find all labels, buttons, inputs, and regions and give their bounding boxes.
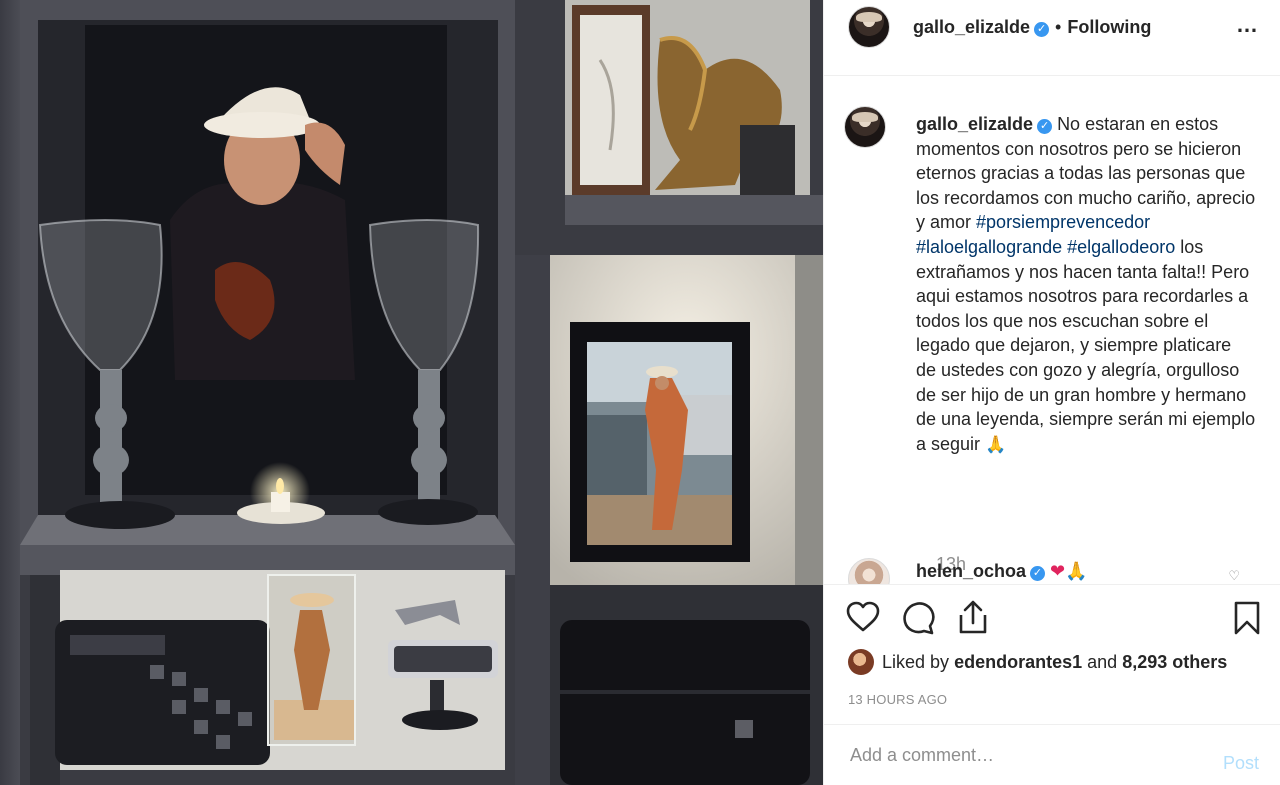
caption-username[interactable]: gallo_elizalde — [916, 114, 1033, 134]
likes-and: and — [1087, 652, 1118, 672]
more-options-icon[interactable]: … — [1236, 12, 1259, 38]
following-button[interactable]: Following — [1067, 17, 1151, 37]
commenter-username[interactable]: helen_ochoa — [916, 561, 1026, 581]
pray-emoji: 🙏 — [1065, 561, 1088, 581]
post-header: gallo_elizalde ✓ • Following … — [824, 0, 1280, 76]
memorial-shelf-photo — [0, 0, 823, 785]
heart-emoji: ❤ — [1050, 561, 1066, 581]
author-line: gallo_elizalde ✓ • Following — [913, 17, 1151, 38]
comment-bubble-icon[interactable] — [902, 601, 936, 635]
liked-by-prefix: Liked by — [882, 652, 950, 672]
post-actions: Liked by edendorantes1 and 8,293 others … — [824, 584, 1280, 707]
comments-section: gallo_elizalde ✓ No estaran en estos mome… — [824, 76, 1280, 584]
pray-emoji: 🙏 — [985, 434, 1007, 454]
hashtag-link[interactable]: #porsiemprevencedor — [976, 212, 1150, 232]
bookmark-icon[interactable] — [1234, 601, 1260, 635]
post-side-panel: gallo_elizalde ✓ • Following … gallo_elizal… — [823, 0, 1280, 785]
verified-badge-icon: ✓ — [1037, 119, 1053, 134]
like-heart-icon[interactable] — [846, 601, 880, 633]
add-comment-input[interactable] — [848, 739, 1212, 771]
share-icon[interactable] — [957, 599, 989, 635]
liker-avatar[interactable] — [848, 649, 874, 675]
caption-text: gallo_elizalde ✓ No estaran en estos mome… — [916, 112, 1256, 457]
commenter-avatar[interactable] — [848, 558, 890, 584]
likes-summary: Liked by edendorantes1 and 8,293 others — [848, 649, 1227, 675]
author-username[interactable]: gallo_elizalde — [913, 17, 1030, 37]
comment-line: helen_ochoa ✓ ❤🙏 — [916, 561, 1088, 582]
hashtag-link[interactable]: #elgallodeoro — [1067, 237, 1175, 257]
comment-composer: Post — [824, 724, 1280, 785]
separator-dot: • — [1055, 17, 1062, 37]
hashtag-link[interactable]: #laloelgallogrande — [916, 237, 1062, 257]
author-avatar[interactable] — [848, 6, 890, 48]
verified-badge-icon: ✓ — [1034, 22, 1050, 37]
verified-badge-icon: ✓ — [1030, 566, 1046, 581]
comment-item: helen_ochoa ✓ ❤🙏 ♡ — [844, 556, 1264, 584]
comment-like-heart-icon[interactable]: ♡ — [1228, 568, 1240, 584]
likes-count[interactable]: 8,293 others — [1122, 652, 1227, 672]
post-comment-button[interactable]: Post — [1223, 753, 1259, 774]
caption-body-2: los extrañamos y nos hacen tanta falta!!… — [916, 236, 1256, 454]
liker-username[interactable]: edendorantes1 — [954, 652, 1082, 672]
post-photo[interactable] — [0, 0, 823, 785]
caption-author-avatar[interactable] — [844, 106, 886, 148]
post-timestamp[interactable]: 13 HOURS AGO — [848, 692, 947, 707]
